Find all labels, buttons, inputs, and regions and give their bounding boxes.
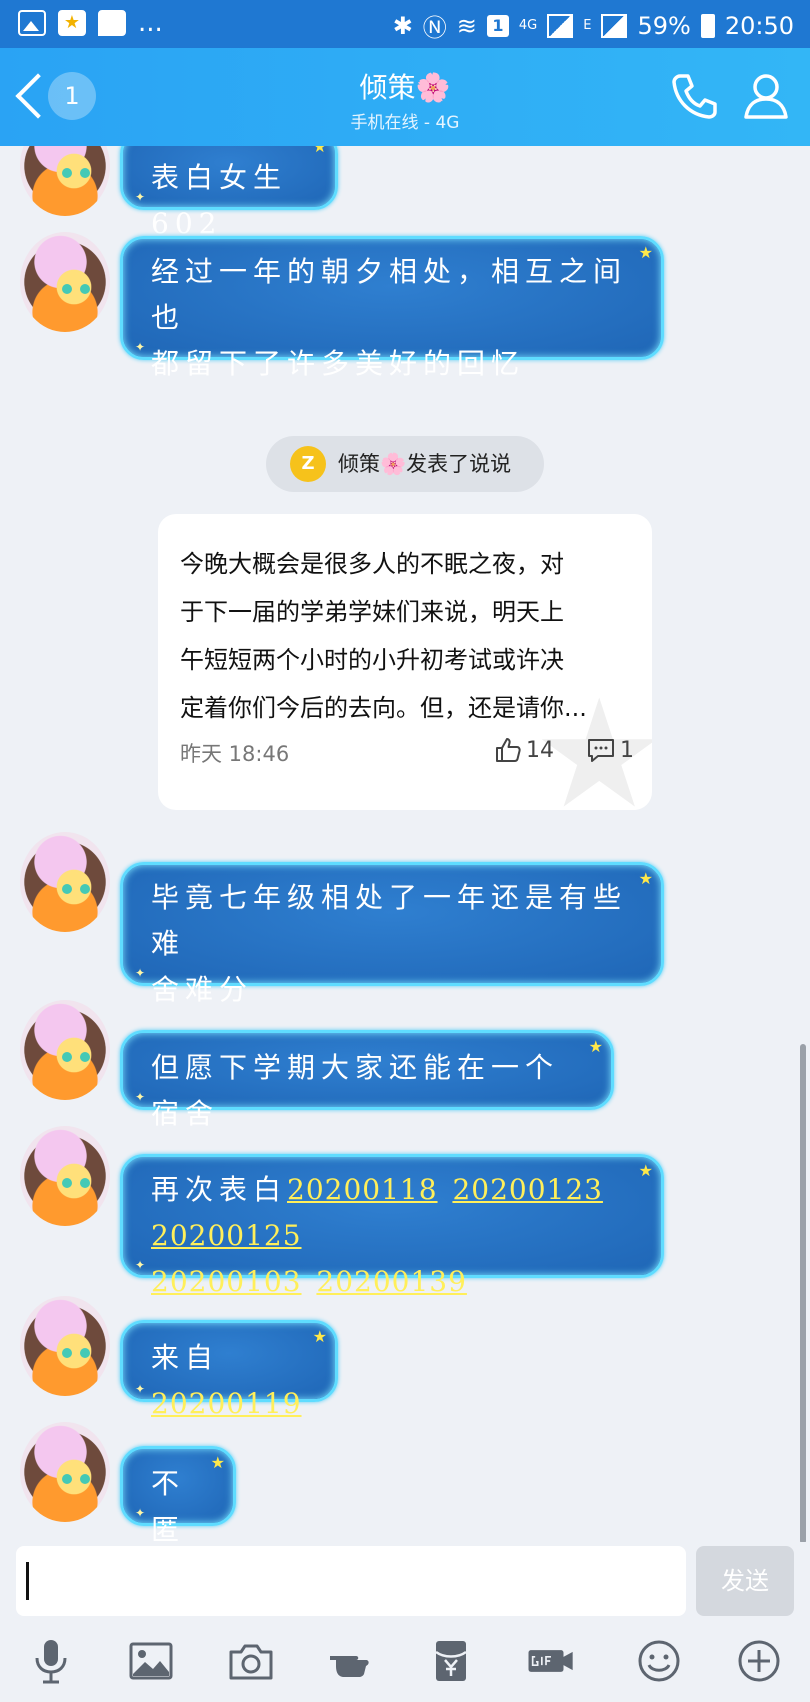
flower-emoji: 🌸 [380, 452, 407, 476]
avatar[interactable] [20, 1422, 110, 1522]
gif-icon[interactable] [526, 1636, 586, 1686]
emoji-icon[interactable] [634, 1636, 684, 1686]
avatar[interactable] [20, 1296, 110, 1396]
post-line: 今晚大概会是很多人的不眠之夜，对 [180, 550, 564, 578]
avatar[interactable] [20, 232, 110, 332]
message-text: 不匿 [151, 1467, 186, 1542]
avatar[interactable] [20, 832, 110, 932]
sparkle-icon: ✦ [135, 1258, 146, 1272]
signal-icon-2 [601, 13, 628, 38]
post-body: 今晚大概会是很多人的不眠之夜，对 于下一届的学弟学妹们来说，明天上 午短短两个小… [180, 540, 636, 732]
more-notifications: ... [138, 8, 163, 38]
message-bubble[interactable]: 再次表白20200118 20200123 20200125 20200103 … [120, 1154, 664, 1298]
qq-number-link[interactable]: 20200125 [151, 1219, 302, 1252]
chat-header: 1 倾策🌸 手机在线 - 4G [0, 48, 810, 146]
star-icon: ★ [312, 146, 327, 156]
qq-notification-icon: ★ [58, 10, 86, 36]
composer-toolbar [0, 1622, 810, 1702]
red-packet-icon[interactable] [426, 1636, 476, 1686]
microphone-icon[interactable] [26, 1636, 76, 1686]
message-input[interactable] [16, 1546, 686, 1616]
avatar[interactable] [20, 1126, 110, 1226]
qzone-icon: Z [290, 446, 326, 482]
star-icon: ★ [312, 1327, 327, 1346]
sim-badge: 1 [486, 14, 509, 37]
shared-post-card[interactable]: ★ 今晚大概会是很多人的不眠之夜，对 于下一届的学弟学妹们来说，明天上 午短短两… [158, 514, 652, 810]
sparkle-icon: ✦ [135, 190, 146, 204]
qq-number-link[interactable]: 20200118 [287, 1173, 438, 1206]
message-line: 都留下了许多美好的回忆 [151, 347, 526, 380]
sparkle-icon: ✦ [135, 1090, 146, 1104]
system-notice[interactable]: Z 倾策🌸发表了说说 [266, 436, 544, 492]
message-text: 表白女生602 [151, 161, 288, 240]
comment-button[interactable]: 1 [586, 736, 634, 764]
poke-hand-icon[interactable] [326, 1636, 376, 1686]
image-icon[interactable] [126, 1636, 176, 1686]
comment-icon [588, 739, 614, 762]
message-line: 毕竟七年级相处了一年还是有些难 [151, 881, 628, 960]
message-line: 经过一年的朝夕相处，相互之间也 [151, 255, 628, 334]
send-button[interactable]: 发送 [696, 1546, 794, 1616]
notice-action: 发表了说说 [406, 452, 512, 476]
composer: 发送 [0, 1542, 810, 1622]
message-bubble[interactable]: 毕竟七年级相处了一年还是有些难 舍难分 ★ ✦ [120, 862, 664, 1006]
star-icon: ★ [638, 1161, 653, 1180]
post-line: 午短短两个小时的小升初考试或许决 [180, 646, 564, 674]
chat-scrollbar[interactable] [800, 1044, 806, 1544]
flower-emoji: 🌸 [415, 71, 451, 104]
bluetooth-icon: ✱ [392, 11, 413, 40]
qq-number-link[interactable]: 20200119 [151, 1387, 302, 1420]
message-text: 但愿下学期大家还能在一个宿舍 [151, 1051, 560, 1130]
message-prefix: 再次表白 [151, 1173, 288, 1206]
profile-icon[interactable] [740, 70, 792, 122]
battery-percent: 59% [637, 11, 691, 40]
avatar[interactable] [20, 146, 110, 216]
network-type: 4G [518, 18, 538, 33]
star-icon: ★ [638, 869, 653, 888]
chat-message-list[interactable]: 表白女生602 ★ ✦ 经过一年的朝夕相处，相互之间也 都留下了许多美好的回忆 … [0, 146, 810, 1542]
post-line: 于下一届的学弟学妹们来说，明天上 [180, 598, 564, 626]
message-bubble[interactable]: 来自 20200119 ★ ✦ [120, 1320, 338, 1420]
message-bubble[interactable]: 经过一年的朝夕相处，相互之间也 都留下了许多美好的回忆 ★ ✦ [120, 236, 664, 380]
thumbs-up-icon [496, 738, 521, 762]
qq-number-link[interactable]: 20200123 [452, 1173, 603, 1206]
status-bar: ★ ... ✱ Ⓝ ≋ 1 4G E 59% 20:50 [0, 0, 810, 48]
network-type-2: E [583, 18, 592, 33]
sparkle-icon: ✦ [135, 340, 146, 354]
comment-count: 1 [620, 737, 634, 763]
like-button[interactable]: 14 [494, 736, 554, 764]
sparkle-icon: ✦ [135, 1506, 146, 1520]
sparkle-icon: ✦ [135, 966, 146, 980]
plus-icon[interactable] [734, 1636, 784, 1686]
gallery-notification-icon [18, 10, 46, 36]
star-icon: ★ [588, 1037, 603, 1056]
message-bubble[interactable]: 不匿 ★ ✦ [120, 1446, 236, 1542]
phone-icon[interactable] [668, 70, 720, 122]
message-bubble[interactable]: 表白女生602 ★ ✦ [120, 146, 338, 240]
star-icon: ★ [210, 1453, 225, 1472]
post-line: 定着你们今后的去向。但，还是请你... [180, 694, 587, 722]
clock: 20:50 [724, 11, 794, 40]
avatar[interactable] [20, 1000, 110, 1100]
text-caret [26, 1562, 29, 1600]
nfc-icon: Ⓝ [422, 14, 447, 42]
message-prefix: 来自 [151, 1341, 220, 1374]
post-time: 昨天 18:46 [180, 742, 290, 766]
star-icon: ★ [638, 243, 653, 262]
signal-icon [547, 13, 574, 38]
sparkle-icon: ✦ [135, 1382, 146, 1396]
message-line: 舍难分 [151, 973, 254, 1006]
qq-number-link[interactable]: 20200139 [316, 1265, 467, 1298]
message-bubble[interactable]: 但愿下学期大家还能在一个宿舍 ★ ✦ [120, 1030, 614, 1130]
battery-icon [700, 13, 715, 38]
like-count: 14 [526, 737, 554, 763]
camera-icon[interactable] [226, 1636, 276, 1686]
wifi-icon: ≋ [456, 11, 477, 40]
notice-name: 倾策 [338, 452, 380, 476]
message-notification-icon [98, 10, 126, 36]
contact-name: 倾策 [359, 71, 416, 104]
qq-number-link[interactable]: 20200103 [151, 1265, 302, 1298]
